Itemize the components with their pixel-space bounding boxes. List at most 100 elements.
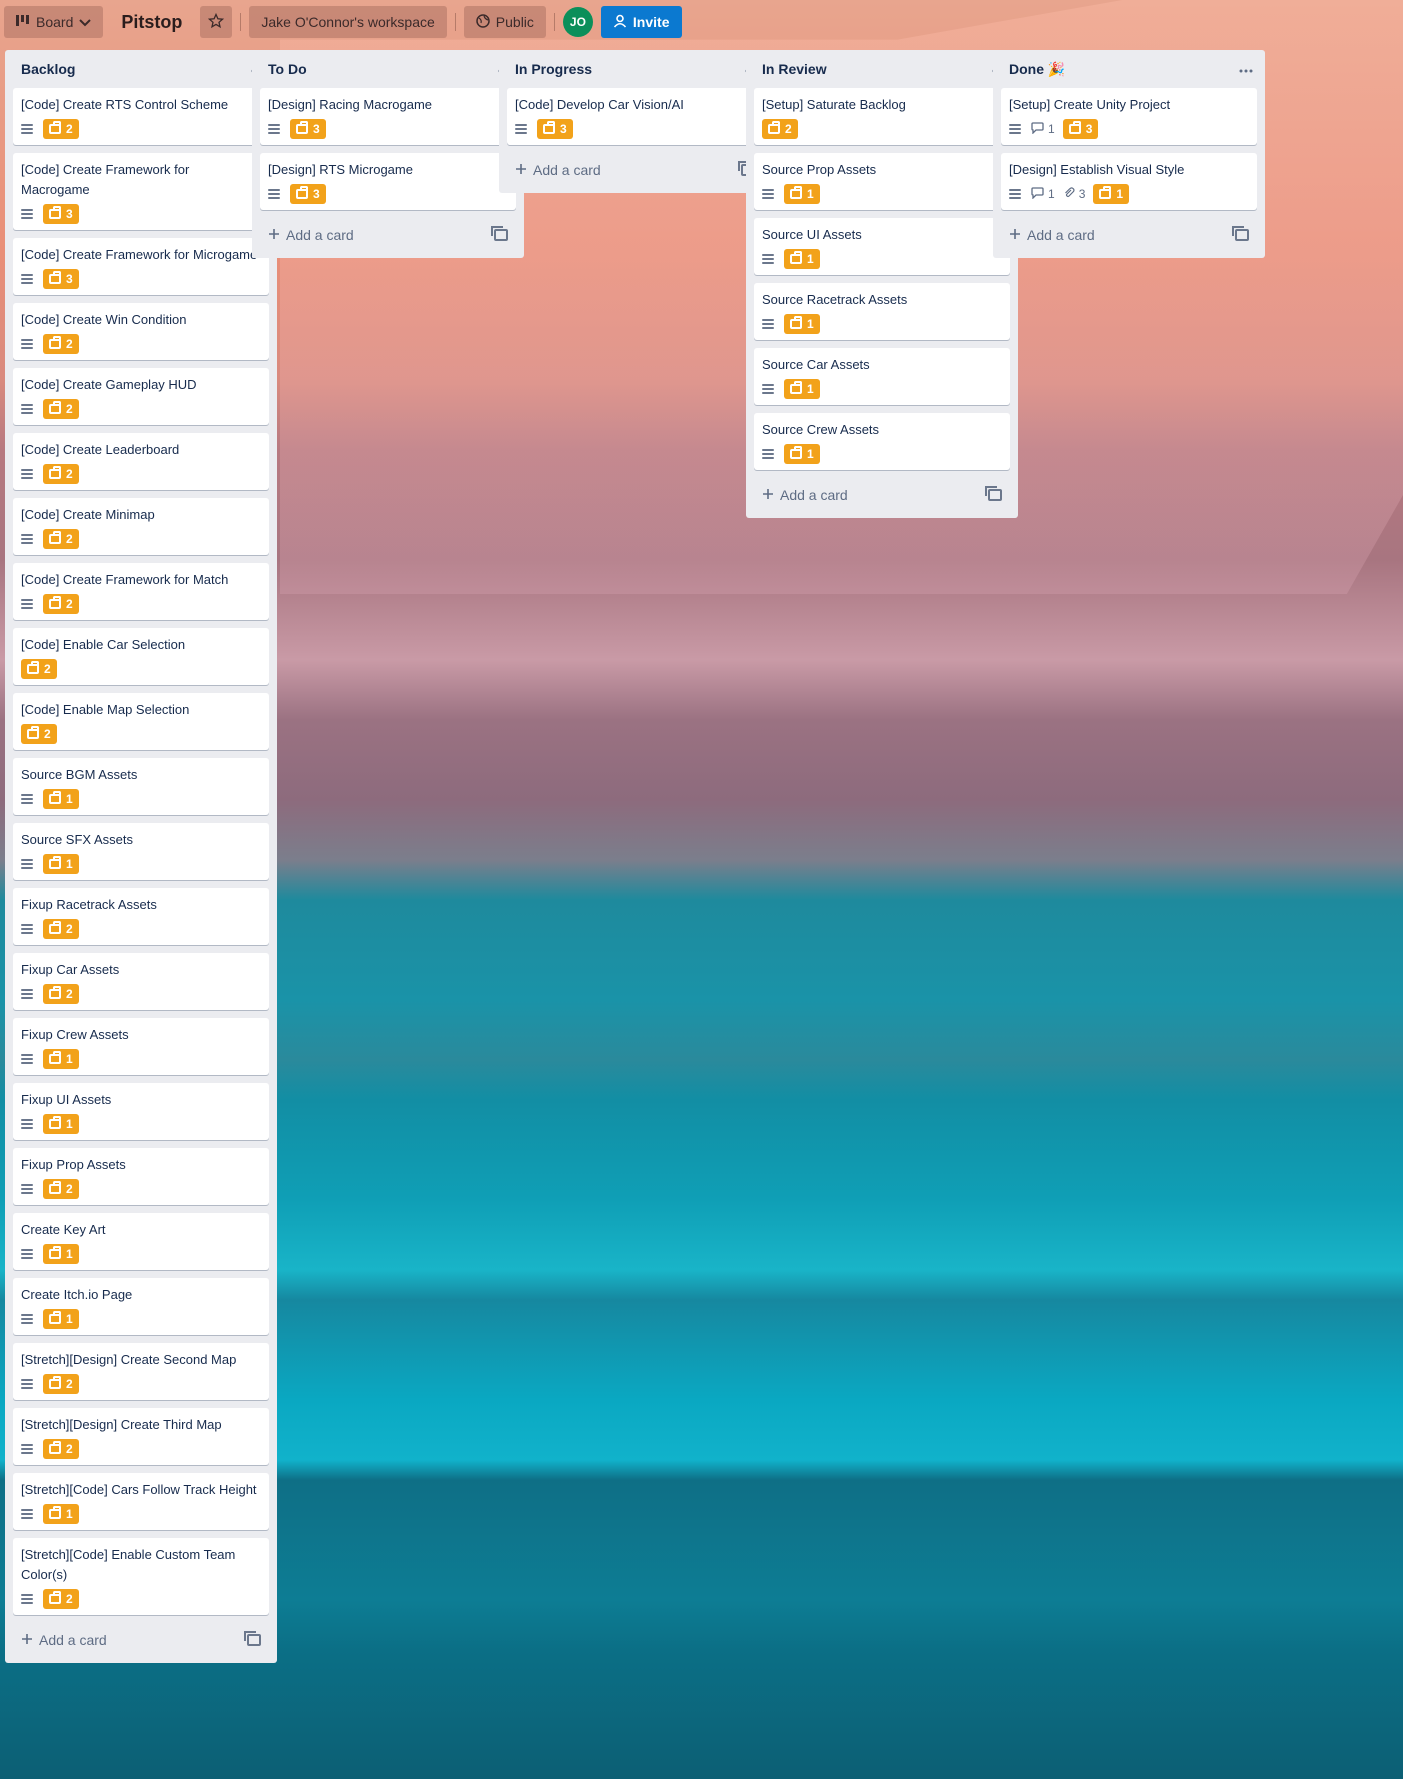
card[interactable]: Source BGM Assets 1 (13, 758, 269, 815)
card[interactable]: [Stretch][Design] Create Second Map 2 (13, 1343, 269, 1400)
attachments-badge: 3 (1063, 186, 1085, 202)
card-template-icon[interactable] (491, 226, 508, 241)
add-card-button[interactable]: Add a card (1001, 218, 1257, 252)
comment-count: 1 (1048, 122, 1055, 136)
list-title[interactable]: Backlog (21, 61, 75, 77)
card[interactable]: [Code] Enable Car Selection 2 (13, 628, 269, 685)
card[interactable]: Source UI Assets 1 (754, 218, 1010, 275)
card[interactable]: Fixup Car Assets 2 (13, 953, 269, 1010)
card-badges: 1 (762, 377, 1002, 401)
add-card-label: Add a card (1027, 227, 1095, 243)
description-icon (21, 1247, 35, 1261)
card[interactable]: Source Prop Assets 1 (754, 153, 1010, 210)
card[interactable]: Fixup Crew Assets 1 (13, 1018, 269, 1075)
add-card-button[interactable]: Add a card (507, 153, 763, 187)
card[interactable]: [Stretch][Code] Cars Follow Track Height… (13, 1473, 269, 1530)
card[interactable]: [Setup] Create Unity Project 1 3 (1001, 88, 1257, 145)
story-points-value: 2 (66, 1442, 73, 1456)
card[interactable]: Fixup UI Assets 1 (13, 1083, 269, 1140)
card[interactable]: Create Key Art 1 (13, 1213, 269, 1270)
card[interactable]: [Stretch][Design] Create Third Map 2 (13, 1408, 269, 1465)
briefcase-icon (49, 1116, 61, 1129)
card[interactable]: [Code] Enable Map Selection 2 (13, 693, 269, 750)
card[interactable]: Create Itch.io Page 1 (13, 1278, 269, 1335)
card[interactable]: [Code] Create Gameplay HUD 2 (13, 368, 269, 425)
card[interactable]: [Design] Racing Macrogame 3 (260, 88, 516, 145)
story-points-badge: 2 (43, 594, 79, 614)
add-card-button[interactable]: Add a card (13, 1623, 269, 1657)
card-template-icon[interactable] (985, 486, 1002, 501)
card[interactable]: [Code] Create Framework for Microgame 3 (13, 238, 269, 295)
card[interactable]: [Code] Create Leaderboard 2 (13, 433, 269, 490)
briefcase-icon (49, 596, 61, 609)
card[interactable]: Fixup Prop Assets 2 (13, 1148, 269, 1205)
visibility-button[interactable]: Public (463, 6, 546, 38)
card-title: Source SFX Assets (21, 832, 133, 847)
card[interactable]: [Code] Create Win Condition 2 (13, 303, 269, 360)
list-title[interactable]: To Do (268, 61, 307, 77)
card-badges: 2 (21, 1587, 261, 1611)
card-title: [Code] Create Framework for Macrogame (21, 162, 190, 197)
card-badges: 1 3 1 (1009, 182, 1249, 206)
briefcase-icon (49, 856, 61, 869)
briefcase-icon (49, 1181, 61, 1194)
workspace-button[interactable]: Jake O'Connor's workspace (249, 6, 447, 38)
story-points-value: 2 (66, 337, 73, 351)
list-backlog: Backlog [Code] Create RTS Control Scheme 2… (5, 50, 277, 1663)
card[interactable]: Source Car Assets 1 (754, 348, 1010, 405)
briefcase-icon (49, 466, 61, 479)
story-points-badge: 1 (43, 789, 79, 809)
invite-button[interactable]: Invite (600, 6, 682, 38)
story-points-badge: 1 (43, 1244, 79, 1264)
card-template-icon[interactable] (244, 1631, 261, 1646)
card[interactable]: Source Racetrack Assets 1 (754, 283, 1010, 340)
card-title: [Code] Create Framework for Match (21, 572, 229, 587)
card[interactable]: Fixup Racetrack Assets 2 (13, 888, 269, 945)
story-points-value: 2 (66, 597, 73, 611)
story-points-value: 1 (66, 1052, 73, 1066)
description-icon (21, 987, 35, 1001)
briefcase-icon (49, 271, 61, 284)
add-card-button[interactable]: Add a card (754, 478, 1010, 512)
card[interactable]: [Design] RTS Microgame 3 (260, 153, 516, 210)
story-points-value: 2 (66, 467, 73, 481)
member-avatar[interactable]: JO (562, 7, 593, 37)
story-points-value: 2 (66, 532, 73, 546)
description-icon (21, 597, 35, 611)
star-button[interactable] (200, 6, 233, 38)
story-points-value: 2 (66, 987, 73, 1001)
list-menu-icon[interactable] (1239, 60, 1253, 78)
story-points-badge: 3 (1062, 119, 1099, 139)
card-badges: 1 (21, 1307, 261, 1331)
card[interactable]: [Stretch][Code] Enable Custom Team Color… (13, 1538, 269, 1615)
card-title: [Stretch][Design] Create Third Map (21, 1417, 222, 1432)
card-badges: 2 (21, 917, 261, 941)
card[interactable]: Source SFX Assets 1 (13, 823, 269, 880)
card[interactable]: [Code] Create Minimap 2 (13, 498, 269, 555)
board-view-switcher[interactable]: Board (4, 6, 104, 38)
board-title[interactable]: Pitstop (111, 12, 192, 33)
card[interactable]: [Code] Create RTS Control Scheme 2 (13, 88, 269, 145)
card-badges: 2 (21, 332, 261, 356)
add-card-button[interactable]: Add a card (260, 218, 516, 252)
card[interactable]: [Code] Create Framework for Macrogame 3 (13, 153, 269, 230)
card[interactable]: [Code] Create Framework for Match 2 (13, 563, 269, 620)
add-card-left: Add a card (21, 1632, 107, 1648)
card[interactable]: [Design] Establish Visual Style 1 3 1 (1001, 153, 1257, 210)
board-header: Board Pitstop Jake O'Connor's workspace … (0, 0, 1403, 44)
description-icon (1009, 122, 1023, 136)
briefcase-icon (49, 1376, 61, 1389)
description-icon (268, 187, 282, 201)
card-template-icon[interactable] (1232, 226, 1249, 241)
card-badges: 1 (21, 1112, 261, 1136)
list-title[interactable]: Done 🎉 (1009, 61, 1065, 78)
card[interactable]: Source Crew Assets 1 (754, 413, 1010, 470)
list-title[interactable]: In Review (762, 61, 827, 77)
list-title[interactable]: In Progress (515, 61, 592, 77)
description-icon (762, 447, 776, 461)
header-divider (553, 13, 555, 31)
card[interactable]: [Setup] Saturate Backlog 2 (754, 88, 1010, 145)
card[interactable]: [Code] Develop Car Vision/AI 3 (507, 88, 763, 145)
description-icon (21, 532, 35, 546)
description-icon (21, 1117, 35, 1131)
